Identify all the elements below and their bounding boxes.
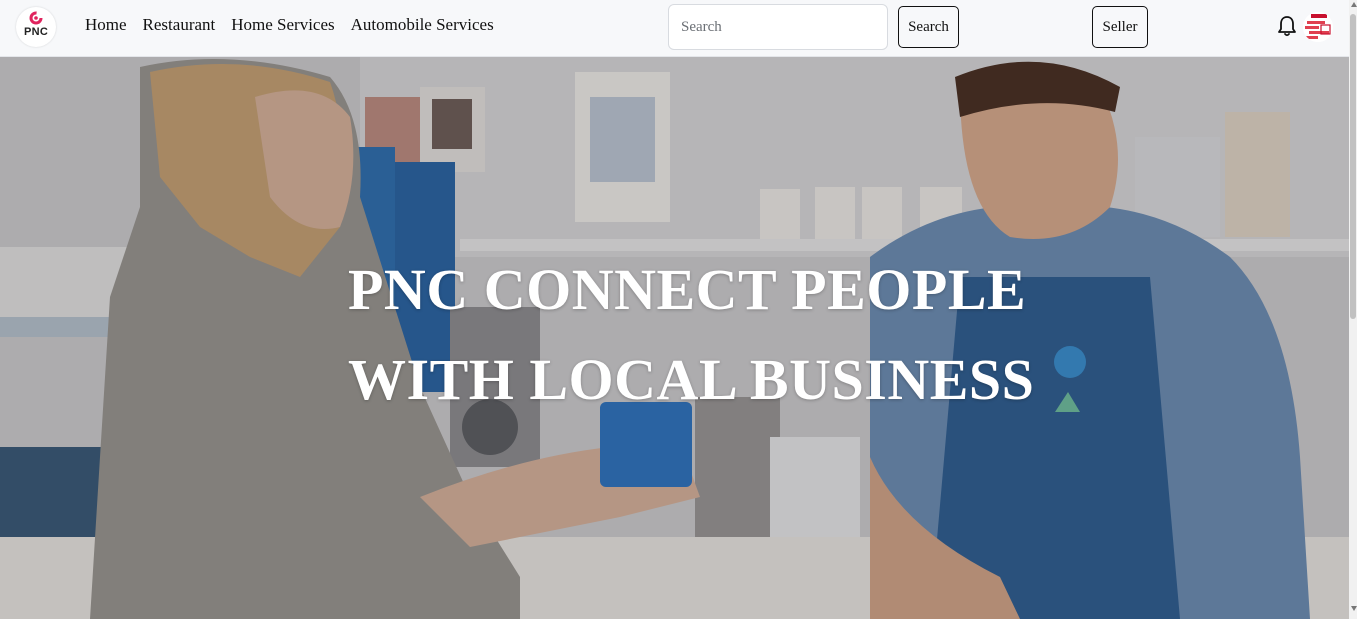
brand-logo[interactable]: PNC — [16, 7, 56, 47]
page: PNC Home Restaurant Home Services Automo… — [0, 0, 1357, 619]
bell-icon[interactable] — [1277, 15, 1297, 37]
logo-mark-icon — [29, 11, 43, 25]
search-button[interactable]: Search — [898, 6, 959, 48]
user-avatar[interactable] — [1303, 12, 1333, 42]
nav-link-automobile-services[interactable]: Automobile Services — [351, 15, 494, 35]
nav-link-restaurant[interactable]: Restaurant — [143, 15, 216, 35]
hero-title: PNC CONNECT PEOPLE WITH LOCAL BUSINESS — [348, 245, 1068, 425]
scroll-up-arrow-icon[interactable] — [1351, 2, 1357, 7]
logo-text: PNC — [23, 26, 49, 38]
hero-banner: PNC CONNECT PEOPLE WITH LOCAL BUSINESS — [0, 57, 1349, 619]
nav-link-home[interactable]: Home — [85, 15, 127, 35]
nav-links: Home Restaurant Home Services Automobile… — [85, 15, 494, 35]
scrollbar-thumb[interactable] — [1350, 14, 1356, 319]
nav-link-home-services[interactable]: Home Services — [231, 15, 334, 35]
top-navbar: PNC Home Restaurant Home Services Automo… — [0, 0, 1349, 57]
search-input[interactable] — [668, 4, 888, 50]
hero-title-line-1: PNC CONNECT PEOPLE — [348, 257, 1027, 322]
scroll-down-arrow-icon[interactable] — [1351, 606, 1357, 611]
avatar-image-icon — [1303, 12, 1333, 42]
page-scrollbar[interactable] — [1349, 0, 1357, 619]
seller-button[interactable]: Seller — [1092, 6, 1148, 48]
hero-title-line-2: WITH LOCAL BUSINESS — [348, 347, 1035, 412]
